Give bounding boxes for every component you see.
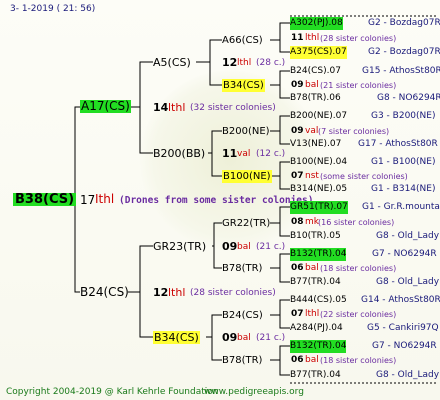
gen4-bot-0: A375(CS).07 xyxy=(290,46,347,59)
gen4-sign-3: nst xyxy=(305,171,319,181)
gen3-colony-5: B78(TR) xyxy=(222,263,263,274)
gen1-b-colony: B24(CS) xyxy=(80,285,129,299)
gen4-sign-2: val xyxy=(305,126,319,136)
gen4-botmid-6: G5 - Cankiri97Q xyxy=(367,323,439,333)
gen2-colony-2: GR23(TR) xyxy=(153,240,207,253)
gen4-topmid-4: G1 - Gr.R.mounta xyxy=(362,202,440,212)
root-sign: Ithl xyxy=(95,192,115,206)
gen4-gen-0: 11 xyxy=(291,33,304,43)
gen4-top-5: B132(TR).04 xyxy=(290,248,347,261)
gen2-sign-1: val xyxy=(237,149,251,159)
gen4-gen-2: 09 xyxy=(291,126,304,136)
gen4-note-7: (18 sister colonies) xyxy=(320,356,397,365)
gen4-topmid-3: G1 - B100(NE) xyxy=(371,157,436,167)
gen2-colony-3: B34(CS) xyxy=(153,331,200,344)
gen4-bot-4: B10(TR).05 xyxy=(290,231,341,241)
gen4-top-6: B444(CS).05 xyxy=(290,295,347,305)
gen2-gen-1: 11 xyxy=(222,147,238,160)
gen4-gen-4: 08 xyxy=(291,217,304,227)
gen4-note-0: (28 sister colonies) xyxy=(320,34,397,43)
gen4-botmid-2: G17 - AthosSt80R xyxy=(358,139,438,149)
root-colony: B38(CS) xyxy=(13,192,77,207)
gen4-note-1: (21 sister colonies) xyxy=(320,81,397,90)
footer-copyright: Copyright 2004-2019 @ Karl Kehrle Founda… xyxy=(6,387,219,397)
gen4-botmid-7: G8 - Old_Lady xyxy=(376,370,440,380)
gen4-top-0: A302(PJ).08 xyxy=(290,17,343,30)
gen4-botmid-1: G8 - NO6294R xyxy=(377,93,440,103)
gen2-sign-0: lthl xyxy=(237,58,252,68)
gen4-topmid-7: G7 - NO6294R xyxy=(372,341,437,351)
gen2-note-0: (28 c.) xyxy=(256,58,286,68)
gen4-gen-7: 06 xyxy=(291,355,304,365)
gen3-colony-6: B24(CS) xyxy=(222,310,263,321)
gen4-botmid-5: G8 - Old_Lady xyxy=(376,277,440,287)
gen3-colony-1: B34(CS) xyxy=(222,79,265,92)
gen4-sign-5: bal xyxy=(305,263,319,273)
gen1-b-sign: lthl xyxy=(168,286,186,299)
gen4-gen-5: 06 xyxy=(291,263,304,273)
gen3-colony-2: B200(NE) xyxy=(222,126,270,137)
gen4-bot-5: B77(TR).04 xyxy=(290,277,341,287)
gen4-botmid-3: G1 - B314(NE) xyxy=(371,184,436,194)
gen4-top-2: B200(NE).07 xyxy=(290,111,348,121)
gen4-note-6: (22 sister colonies) xyxy=(320,310,397,319)
gen4-topmid-5: G7 - NO6294R xyxy=(372,249,437,259)
gen4-bot-1: B78(TR).06 xyxy=(290,93,341,103)
root-gen: 17 xyxy=(80,193,96,207)
gen4-bot-7: B77(TR).04 xyxy=(290,370,341,380)
gen2-gen-0: 12 xyxy=(222,56,238,69)
gen4-sign-0: lthl xyxy=(305,33,320,43)
gen2-sign-3: bal xyxy=(237,333,251,343)
gen2-sign-2: bal xyxy=(237,242,251,252)
footer-url[interactable]: www.pedigreeapis.org xyxy=(204,386,304,399)
gen4-top-4: GR51(TR).07 xyxy=(290,201,348,214)
gen4-gen-3: 07 xyxy=(291,171,304,181)
gen2-note-2: (21 c.) xyxy=(256,242,286,252)
gen4-gen-6: 07 xyxy=(291,309,304,319)
gen4-sign-4: mk xyxy=(305,217,319,227)
gen2-note-3: (21 c.) xyxy=(256,333,286,343)
gen3-colony-0: A66(CS) xyxy=(222,35,263,46)
gen2-note-1: (12 c.) xyxy=(256,149,286,159)
gen4-bot-6: A284(PJ).04 xyxy=(290,323,343,333)
gen4-top-1: B24(CS).07 xyxy=(290,66,341,76)
gen4-bot-3: B314(NE).05 xyxy=(290,184,348,194)
gen4-topmid-1: G15 - AthosSt80R xyxy=(362,66,440,76)
gen4-note-4: (16 sister colonies) xyxy=(318,218,395,227)
gen4-note-5: (18 sister colonies) xyxy=(320,264,397,273)
gen4-top-7: B132(TR).04 xyxy=(290,340,347,353)
gen1-a-colony: A17(CS) xyxy=(80,99,131,113)
gen4-sign-7: bal xyxy=(305,355,319,365)
gen3-colony-3: B100(NE) xyxy=(222,170,272,183)
gen4-bot-2: V13(NE).07 xyxy=(290,139,342,149)
gen4-botmid-4: G8 - Old_Lady xyxy=(376,231,440,241)
header-date: 3- 1-2019 ( 21: 56) xyxy=(10,4,96,14)
root-note: (Drones from some sister colonies) xyxy=(119,195,314,206)
gen2-colony-1: B200(BB) xyxy=(153,147,206,160)
gen1-a-gen: 14 xyxy=(153,101,169,114)
gen1-a-sign: lthl xyxy=(168,101,186,114)
gen1-b-note: (28 sister colonies) xyxy=(190,288,276,298)
gen4-top-3: B100(NE).04 xyxy=(290,157,348,167)
gen4-note-3: (some sister colonies) xyxy=(320,172,408,181)
pedigree-chart: 3- 1-2019 ( 21: 56) B38(CS) 17 Ithl (Dro… xyxy=(0,0,440,400)
gen1-b-gen: 12 xyxy=(153,286,169,299)
gen3-colony-4: GR22(TR) xyxy=(222,218,271,229)
gen4-botmid-0: G2 - Bozdag07R xyxy=(368,47,440,57)
gen4-topmid-0: G2 - Bozdag07R xyxy=(368,18,440,28)
gen2-gen-2: 09 xyxy=(222,240,238,253)
gen4-topmid-6: G14 - AthosSt80R xyxy=(361,295,440,305)
gen3-colony-7: B78(TR) xyxy=(222,355,263,366)
gen4-gen-1: 09 xyxy=(291,80,304,90)
gen2-gen-3: 09 xyxy=(222,331,238,344)
gen4-sign-6: lthl xyxy=(305,309,320,319)
gen4-note-2: (7 sister colonies) xyxy=(318,127,390,136)
gen4-sign-1: bal xyxy=(305,80,319,90)
gen1-a-note: (32 sister colonies) xyxy=(190,103,276,113)
gen2-colony-0: A5(CS) xyxy=(153,56,191,69)
gen4-topmid-2: G3 - B200(NE) xyxy=(371,111,436,121)
